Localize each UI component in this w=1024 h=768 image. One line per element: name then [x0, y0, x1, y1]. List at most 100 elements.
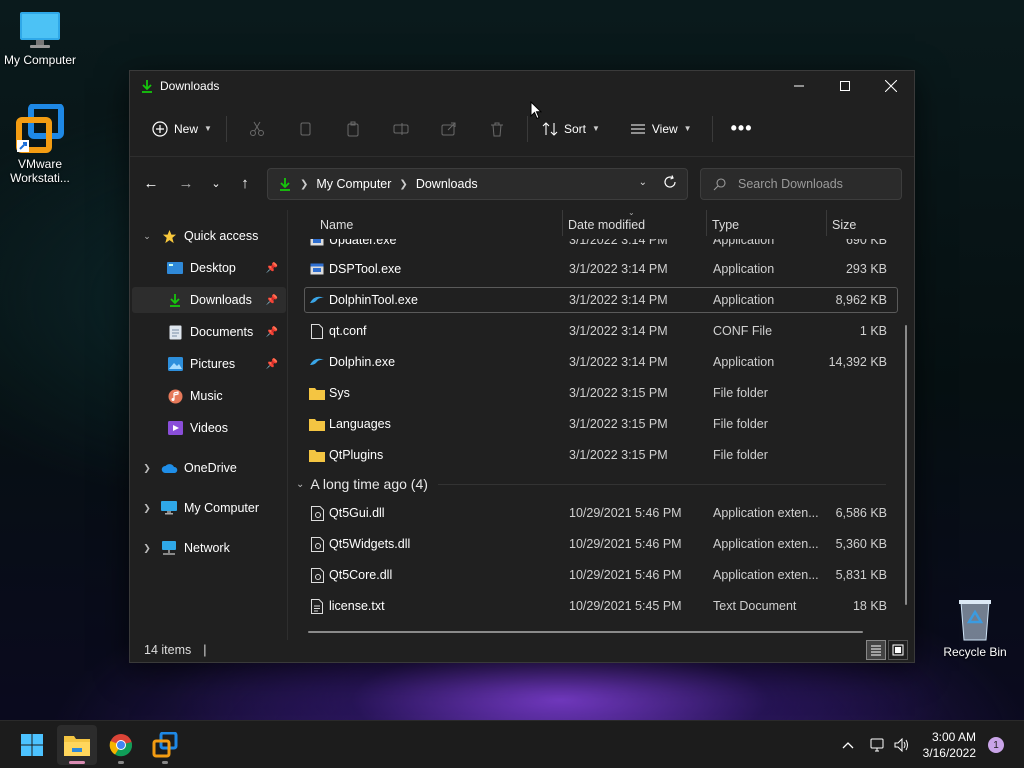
tiles-view-button[interactable]	[888, 640, 908, 660]
start-button[interactable]	[12, 725, 52, 765]
rename-button[interactable]	[377, 113, 425, 145]
file-size: 293 KB	[845, 262, 887, 276]
nav-item-downloads[interactable]: Downloads 📌	[132, 287, 286, 313]
column-divider[interactable]	[826, 210, 827, 236]
nav-item-music[interactable]: Music	[132, 383, 286, 409]
nav-item-network[interactable]: ❯ Network	[132, 535, 286, 561]
show-hidden-icons-button[interactable]	[838, 741, 858, 749]
desktop-icon-vmware[interactable]: VMware Workstati...	[0, 103, 80, 185]
copy-button[interactable]	[281, 113, 329, 145]
delete-button[interactable]	[473, 113, 521, 145]
file-row[interactable]: qt.conf 3/1/2022 3:14 PM CONF File 1 KB	[304, 318, 898, 344]
breadcrumb-my-computer[interactable]: My Computer	[316, 177, 391, 191]
paste-button[interactable]	[329, 113, 377, 145]
more-options-button[interactable]: •••	[723, 113, 761, 145]
nav-item-label: Videos	[190, 421, 228, 435]
minimize-button[interactable]	[776, 71, 822, 101]
file-row[interactable]: DolphinTool.exe 3/1/2022 3:14 PM Applica…	[304, 287, 898, 313]
application-icon	[309, 261, 325, 277]
details-view-button[interactable]	[866, 640, 886, 660]
view-button[interactable]: View ▼	[622, 113, 700, 145]
chevron-right-icon[interactable]: ❯	[140, 503, 154, 514]
desktop-icon-recycle-bin[interactable]: Recycle Bin	[935, 598, 1015, 659]
nav-item-documents[interactable]: Documents 📌	[132, 319, 286, 345]
file-size: 5,831 KB	[835, 568, 887, 582]
nav-item-quick-access[interactable]: ⌄ Quick access	[132, 223, 286, 249]
chevron-down-icon[interactable]: ⌄	[140, 231, 154, 242]
toolbar-divider	[225, 115, 227, 142]
file-row[interactable]: license.txt 10/29/2021 5:45 PM Text Docu…	[304, 593, 898, 619]
copy-icon	[297, 121, 313, 137]
list-view-icon	[630, 121, 646, 137]
taskbar-chrome[interactable]	[101, 725, 141, 765]
chrome-icon	[109, 733, 133, 757]
folder-row[interactable]: Languages 3/1/2022 3:15 PM File folder	[304, 411, 898, 437]
nav-item-my-computer[interactable]: ❯ My Computer	[132, 495, 286, 521]
file-date: 3/1/2022 3:14 PM	[569, 262, 668, 276]
chevron-down-icon[interactable]: ⌄	[296, 479, 304, 490]
address-bar[interactable]: ❯ My Computer ❯ Downloads ⌄	[267, 168, 688, 200]
document-icon	[166, 324, 184, 340]
chevron-right-icon[interactable]: ❯	[140, 543, 154, 554]
column-divider[interactable]	[562, 210, 563, 236]
network-status-button[interactable]	[864, 738, 890, 752]
folder-row[interactable]: Sys 3/1/2022 3:15 PM File folder	[304, 380, 898, 406]
folder-icon	[309, 385, 325, 401]
column-header-type[interactable]: Type	[712, 218, 739, 232]
recent-locations-button[interactable]: ⌄	[201, 167, 231, 199]
download-icon	[278, 177, 292, 191]
search-input[interactable]	[738, 177, 888, 191]
breadcrumb-separator: ❯	[399, 178, 408, 190]
folder-row[interactable]: QtPlugins 3/1/2022 3:15 PM File folder	[304, 442, 898, 468]
clipboard-icon	[345, 121, 361, 137]
clock[interactable]: 3:00 AM 3/16/2022	[923, 729, 976, 761]
file-date: 10/29/2021 5:46 PM	[569, 537, 682, 551]
group-header-long-ago[interactable]: ⌄ A long time ago (4)	[296, 472, 886, 496]
nav-item-label: Desktop	[190, 261, 236, 275]
file-row[interactable]: Qt5Gui.dll 10/29/2021 5:46 PM Applicatio…	[304, 500, 898, 526]
vertical-scrollbar[interactable]	[905, 325, 907, 605]
horizontal-scrollbar[interactable]	[308, 631, 863, 633]
nav-item-label: Pictures	[190, 357, 236, 371]
breadcrumb-downloads[interactable]: Downloads	[416, 177, 478, 191]
desktop-icon-my-computer[interactable]: My Computer	[0, 10, 80, 67]
nav-item-pictures[interactable]: Pictures 📌	[132, 351, 286, 377]
pin-icon: 📌	[265, 262, 278, 274]
pin-icon: 📌	[265, 326, 278, 338]
folder-icon	[309, 447, 325, 463]
volume-button[interactable]	[890, 738, 914, 752]
nav-item-onedrive[interactable]: ❯ OneDrive	[132, 455, 286, 481]
refresh-button[interactable]	[663, 175, 677, 189]
sort-button[interactable]: Sort ▼	[534, 113, 608, 145]
notification-badge[interactable]: 1	[988, 737, 1004, 753]
share-button[interactable]	[425, 113, 473, 145]
nav-item-videos[interactable]: Videos	[132, 415, 286, 441]
title-bar[interactable]: Downloads	[130, 71, 914, 101]
forward-button[interactable]: →	[171, 167, 201, 199]
file-name: license.txt	[329, 599, 385, 613]
file-size: 14,392 KB	[828, 355, 887, 369]
file-row[interactable]: Qt5Core.dll 10/29/2021 5:46 PM Applicati…	[304, 562, 898, 588]
system-tray	[838, 721, 914, 768]
chevron-right-icon[interactable]: ❯	[140, 463, 154, 474]
file-row[interactable]: DSPTool.exe 3/1/2022 3:14 PM Application…	[304, 256, 898, 282]
file-row[interactable]: Dolphin.exe 3/1/2022 3:14 PM Application…	[304, 349, 898, 375]
file-type: Application exten...	[713, 568, 819, 582]
column-header-name[interactable]: Name	[320, 218, 353, 232]
taskbar-vmware[interactable]	[145, 725, 185, 765]
nav-item-desktop[interactable]: Desktop 📌	[132, 255, 286, 281]
search-box[interactable]	[700, 168, 902, 200]
maximize-button[interactable]	[822, 71, 868, 101]
column-divider[interactable]	[706, 210, 707, 236]
up-button[interactable]: ↑	[230, 167, 260, 199]
new-button[interactable]: New ▼	[144, 113, 220, 145]
file-type: File folder	[713, 417, 768, 431]
column-header-size[interactable]: Size	[832, 218, 856, 232]
close-button[interactable]	[868, 71, 914, 101]
file-row[interactable]: Qt5Widgets.dll 10/29/2021 5:46 PM Applic…	[304, 531, 898, 557]
column-header-date[interactable]: Date modified	[568, 218, 645, 232]
back-button[interactable]: ←	[136, 167, 166, 199]
cut-button[interactable]	[233, 113, 281, 145]
taskbar-file-explorer[interactable]	[57, 725, 97, 765]
address-dropdown-button[interactable]: ⌄	[639, 177, 647, 188]
